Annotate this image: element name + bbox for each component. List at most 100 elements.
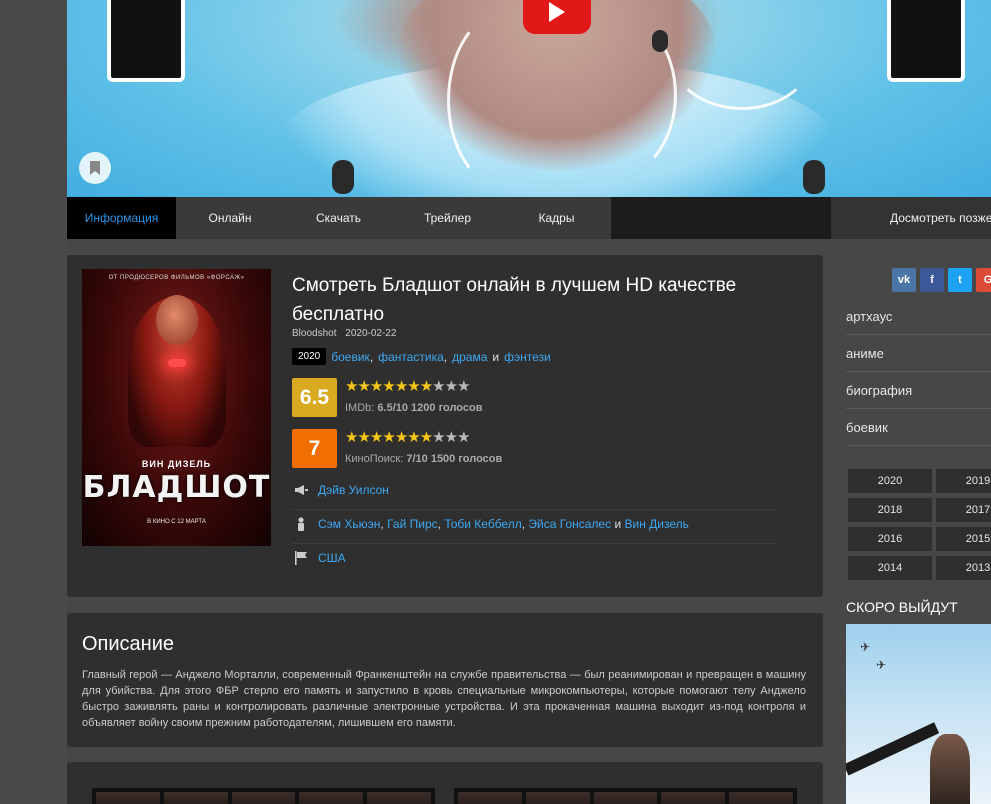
star-icon[interactable]: ★	[395, 378, 408, 395]
cast-link[interactable]: Гай Пирс	[387, 517, 438, 531]
movie-meta: Bloodshot 2020-02-22	[292, 328, 402, 339]
poster-title: БЛАДШОТ	[82, 470, 271, 505]
vk-share-button[interactable]: vk	[892, 268, 916, 292]
related-strip[interactable]	[92, 788, 435, 804]
cast-link[interactable]: Сэм Хьюэн	[318, 517, 380, 531]
country-row: США	[292, 551, 776, 565]
tab-spacer	[611, 197, 831, 239]
star-icon[interactable]: ★	[457, 429, 470, 446]
tab-info[interactable]: Информация	[67, 197, 176, 239]
star-icon[interactable]: ★	[357, 429, 370, 446]
related-thumb[interactable]	[729, 792, 793, 804]
star-icon[interactable]: ★	[420, 378, 433, 395]
jet-icon: ✈	[876, 658, 887, 672]
genre-link[interactable]: драма	[452, 350, 487, 364]
tab-trailer[interactable]: Трейлер	[393, 197, 502, 239]
tab-bar: Информация Онлайн Скачать Трейлер Кадры	[67, 197, 831, 239]
tab-online[interactable]: Онлайн	[176, 197, 284, 239]
star-icon[interactable]: ★	[345, 378, 358, 395]
year-button[interactable]: 2017	[936, 498, 991, 522]
related-thumb[interactable]	[231, 792, 296, 804]
sidebar-genre-item[interactable]: аниме	[846, 335, 991, 372]
country-link[interactable]: США	[318, 551, 346, 565]
genre-link[interactable]: фэнтези	[504, 350, 551, 364]
star-icon[interactable]: ★	[382, 378, 395, 395]
kinopoisk-stars[interactable]: ★★★★★★★★★★	[345, 429, 471, 447]
star-icon[interactable]: ★	[370, 429, 383, 446]
cast-separator: ,	[521, 517, 526, 531]
poster-tagline: ОТ ПРОДЮСЕРОВ ФИЛЬМОВ «ФОРСАЖ»	[108, 275, 245, 281]
cast-row: Сэм Хьюэн, Гай Пирс, Тоби Кеббелл, Эйса …	[292, 517, 776, 531]
cast-link[interactable]: Эйса Гонсалес	[528, 517, 611, 531]
related-thumb[interactable]	[96, 792, 160, 804]
related-strip[interactable]	[454, 788, 797, 804]
star-icon[interactable]: ★	[432, 378, 445, 395]
genre-row: 2020 боевик, фантастика, драма и фэнтези	[292, 348, 551, 365]
play-icon	[549, 2, 565, 22]
star-icon[interactable]: ★	[432, 429, 445, 446]
year-button[interactable]: 2019	[936, 469, 991, 493]
star-icon[interactable]: ★	[395, 429, 408, 446]
social-share: vk f t G	[892, 268, 991, 292]
related-thumb[interactable]	[299, 792, 364, 804]
video-player[interactable]	[67, 0, 991, 197]
watch-later-button[interactable]: Досмотреть позже	[831, 197, 991, 239]
director-link[interactable]: Дэйв Уилсон	[318, 483, 389, 497]
related-thumb[interactable]	[525, 792, 590, 804]
year-button[interactable]: 2014	[848, 556, 932, 580]
year-button[interactable]: 2020	[848, 469, 932, 493]
imdb-rating: 6.5 ★★★★★★★★★★ IMDb: 6.5/10 1200 голосов	[292, 378, 692, 418]
related-thumb[interactable]	[593, 792, 658, 804]
star-icon[interactable]: ★	[420, 429, 433, 446]
star-icon[interactable]: ★	[457, 378, 470, 395]
twitter-share-button[interactable]: t	[948, 268, 972, 292]
kinopoisk-rating: 7 ★★★★★★★★★★ КиноПоиск: 7/10 1500 голосо…	[292, 429, 692, 469]
related-thumb[interactable]	[661, 792, 726, 804]
release-date: 2020-02-22	[345, 328, 397, 339]
video-frame-pad	[803, 160, 825, 194]
sidebar-genre-item[interactable]: биография	[846, 372, 991, 409]
imdb-stars[interactable]: ★★★★★★★★★★	[345, 378, 471, 396]
cast-separator: ,	[380, 517, 384, 531]
related-thumb[interactable]	[163, 792, 228, 804]
genre-link[interactable]: боевик	[331, 350, 370, 364]
star-icon[interactable]: ★	[345, 429, 358, 446]
genre-link[interactable]: фантастика	[378, 350, 444, 364]
star-icon[interactable]: ★	[407, 378, 420, 395]
sidebar-genre-item[interactable]: боевик	[846, 409, 991, 446]
imdb-score: 6.5	[292, 378, 337, 417]
year-button[interactable]: 2015	[936, 527, 991, 551]
year-button[interactable]: 2018	[848, 498, 932, 522]
cast-link[interactable]: Тоби Кеббелл	[444, 517, 521, 531]
star-icon[interactable]: ★	[382, 429, 395, 446]
description-card: Описание Главный герой — Анджело Морталл…	[67, 613, 823, 747]
year-button[interactable]: 2013	[936, 556, 991, 580]
star-icon[interactable]: ★	[445, 378, 458, 395]
poster-wing	[846, 722, 940, 776]
imdb-votes: IMDb: 6.5/10 1200 голосов	[345, 402, 483, 414]
google-share-button[interactable]: G	[976, 268, 991, 292]
video-frame-monitor	[107, 0, 185, 82]
related-thumb[interactable]	[367, 792, 431, 804]
tab-frames[interactable]: Кадры	[502, 197, 611, 239]
tab-download[interactable]: Скачать	[284, 197, 393, 239]
coming-soon-poster[interactable]: ✈ ✈	[846, 624, 991, 804]
star-icon[interactable]: ★	[445, 429, 458, 446]
star-icon[interactable]: ★	[357, 378, 370, 395]
star-icon[interactable]: ★	[407, 429, 420, 446]
bookmark-icon	[90, 161, 100, 175]
sidebar-genre-item[interactable]: артхаус	[846, 298, 991, 335]
star-icon[interactable]: ★	[370, 378, 383, 395]
facebook-share-button[interactable]: f	[920, 268, 944, 292]
related-thumb[interactable]	[458, 792, 522, 804]
cast-link[interactable]: Вин Дизель	[624, 517, 688, 531]
coming-soon-heading: СКОРО ВЫЙДУТ	[846, 599, 958, 615]
director-row: Дэйв Уилсон	[292, 483, 776, 497]
year-button[interactable]: 2016	[848, 527, 932, 551]
play-button[interactable]	[523, 0, 591, 34]
bookmark-button[interactable]	[79, 152, 111, 184]
genre-separator: ,	[369, 349, 374, 364]
original-title: Bloodshot	[292, 328, 337, 339]
movie-poster[interactable]: ОТ ПРОДЮСЕРОВ ФИЛЬМОВ «ФОРСАЖ» ВИН ДИЗЕЛ…	[82, 269, 271, 546]
year-badge[interactable]: 2020	[292, 348, 327, 365]
